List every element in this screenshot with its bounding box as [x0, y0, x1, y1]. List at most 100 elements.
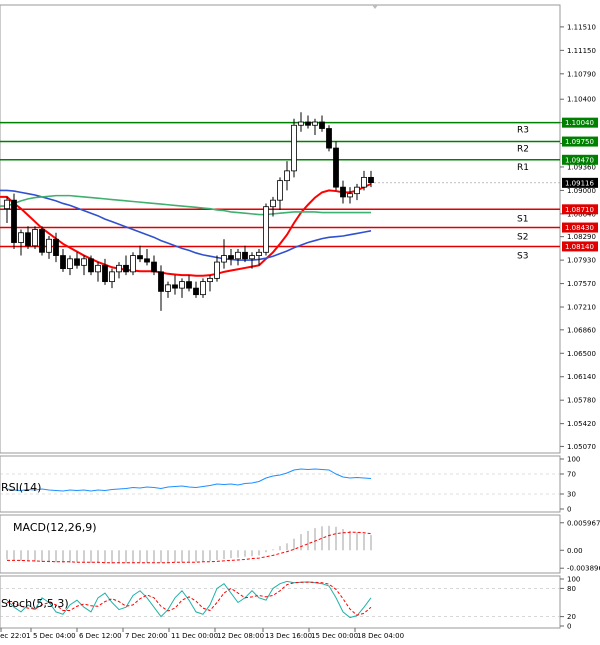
candle-body: [298, 121, 304, 126]
candle-body: [263, 206, 269, 253]
candle-body: [242, 251, 248, 260]
rsi-tick-label: 30: [567, 491, 576, 499]
level-value-r2: 1.09750: [565, 138, 594, 146]
candle-body: [109, 271, 115, 283]
candle-body: [319, 121, 325, 129]
price-tick-label: 1.07570: [567, 280, 596, 288]
rsi-tick-label: 100: [567, 456, 580, 464]
price-tick-label: 1.05070: [567, 443, 596, 451]
candle-body: [67, 258, 73, 269]
level-value-r3: 1.10040: [565, 119, 594, 127]
candle-body: [214, 261, 220, 279]
candle-body: [137, 255, 143, 260]
time-tick-label: 7 Dec 20:00: [125, 632, 168, 640]
macd-label: MACD(12,26,9): [13, 521, 97, 534]
time-tick-label: 11 Dec 00:00: [171, 632, 218, 640]
time-tick-label: 4 Dec 22:01: [0, 632, 31, 640]
candle-body: [88, 258, 94, 273]
candle-body: [32, 229, 38, 247]
level-value-s3: 1.08140: [565, 243, 594, 251]
level-name-s1: S1: [517, 214, 528, 224]
candle-body: [228, 255, 234, 260]
candle-body: [172, 284, 178, 289]
candle-body: [270, 199, 276, 208]
candle-body: [46, 238, 52, 253]
rsi-label: RSI(14): [1, 481, 41, 494]
time-tick-label: 5 Dec 04:00: [33, 632, 76, 640]
candle-body: [249, 255, 255, 260]
price-axis: 1.11510 1.11150 1.10790 1.10400 1.10040 1.097…: [560, 23, 596, 451]
time-axis: 4 Dec 22:015 Dec 04:006 Dec 12:007 Dec 2…: [0, 628, 404, 640]
macd-tick-label: 0.00: [567, 547, 583, 555]
candle-body: [333, 147, 339, 188]
candle-body: [123, 264, 129, 273]
level-name-r2: R2: [517, 145, 529, 155]
price-tick-label: 1.07930: [567, 257, 596, 265]
candle-body: [361, 176, 367, 188]
level-name-s2: S2: [517, 233, 528, 243]
level-value-s2: 1.08430: [565, 224, 594, 232]
forex-chart: 1.11510 1.11150 1.10790 1.10400 1.10040 1.097…: [0, 4, 600, 640]
candle-body: [291, 124, 297, 172]
candle-body: [130, 255, 136, 273]
main-price-panel: [0, 4, 561, 454]
macd-tick-label: 0.005967: [567, 519, 600, 527]
candle-body: [102, 264, 108, 283]
candle-body: [151, 261, 157, 273]
candle-body: [284, 170, 290, 182]
candle-body: [326, 128, 332, 149]
candle-body: [347, 193, 353, 198]
price-tick-label: 1.06860: [567, 326, 596, 334]
candle-body: [340, 186, 346, 198]
candle-body: [81, 258, 87, 266]
candle-body: [354, 186, 360, 195]
candle-body: [256, 251, 262, 256]
price-tick-label: 1.11510: [567, 23, 596, 31]
current-price-label: 1.09116: [565, 179, 594, 187]
time-tick-label: 13 Dec 16:00: [265, 632, 312, 640]
price-tick-label: 1.06140: [567, 373, 596, 381]
level-name-r3: R3: [517, 126, 529, 136]
rsi-tick-label: 70: [567, 471, 576, 479]
candle-body: [95, 264, 101, 273]
candle-body: [312, 121, 318, 126]
stoch-tick-label: 100: [567, 576, 580, 584]
stochastic-label: Stoch(5,5,3): [1, 597, 69, 610]
rsi-panel: [0, 455, 561, 513]
rsi-tick-label: 0: [567, 506, 571, 514]
candle-body: [235, 251, 241, 260]
time-tick-label: 18 Dec 04:00: [357, 632, 404, 640]
time-tick-label: 15 Dec 00:00: [311, 632, 358, 640]
candle-body: [158, 271, 164, 292]
candle-body: [179, 281, 185, 289]
level-value-r1: 1.09470: [565, 156, 594, 164]
price-tick-label: 1.08290: [567, 233, 596, 241]
level-name-s3: S3: [517, 251, 528, 261]
price-tick-label: 1.10790: [567, 70, 596, 78]
stoch-tick-label: 0: [567, 623, 571, 631]
candle-body: [221, 255, 227, 263]
candle-body: [193, 287, 199, 296]
price-tick-label: 1.10400: [567, 96, 596, 104]
time-tick-label: 12 Dec 08:00: [217, 632, 264, 640]
price-tick-label: 1.05420: [567, 420, 596, 428]
time-tick-label: 6 Dec 12:00: [79, 632, 122, 640]
candle-body: [74, 258, 80, 266]
candle-body: [144, 258, 150, 263]
macd-tick-label: -0.003896: [567, 565, 600, 573]
candle-body: [4, 199, 10, 210]
candle-body: [11, 199, 17, 243]
candle-body: [60, 255, 66, 269]
level-value-s1: 1.08710: [565, 206, 594, 214]
candle-body: [368, 176, 374, 183]
candle-body: [207, 277, 213, 283]
candle-body: [25, 232, 31, 247]
candle-body: [186, 281, 192, 289]
candle-body: [277, 180, 283, 201]
stoch-tick-label: 80: [567, 585, 576, 593]
price-tick-label: 1.11150: [567, 47, 596, 55]
stoch-tick-label: 20: [567, 613, 576, 621]
price-tick-label: 1.05780: [567, 397, 596, 405]
level-name-r1: R1: [517, 163, 529, 173]
candle-body: [116, 264, 122, 273]
